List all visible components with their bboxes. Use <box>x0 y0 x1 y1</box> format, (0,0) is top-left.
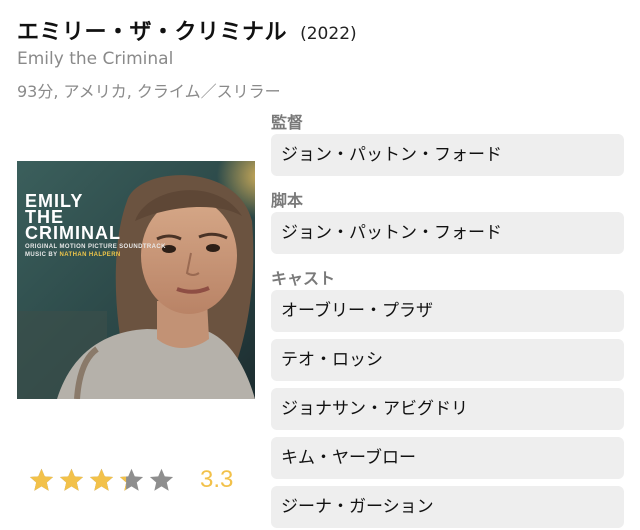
star-icon <box>29 468 54 491</box>
original-title: Emily the Criminal <box>17 49 174 69</box>
poster-title-line3: CRIMINAL <box>25 223 121 243</box>
star-rating <box>28 467 178 494</box>
star-icon <box>149 468 174 491</box>
poster-music-prefix: MUSIC BY <box>25 252 58 258</box>
cast-item[interactable]: オーブリー・プラザ <box>271 290 624 332</box>
cast-item[interactable]: キム・ヤーブロー <box>271 437 624 479</box>
cast-item[interactable]: ジーナ・ガーション <box>271 486 624 528</box>
cast-item[interactable]: テオ・ロッシ <box>271 339 624 381</box>
rating-value: 3.3 <box>200 466 234 493</box>
movie-detail-page: エミリー・ザ・クリミナル (2022) Emily the Criminal 9… <box>0 0 640 530</box>
poster-text: EMILY THE CRIMINAL ORIGINAL MOTION PICTU… <box>25 192 166 258</box>
credits-panel: 監督 ジョン・パットン・フォード 脚本 ジョン・パットン・フォード キャスト オ… <box>271 112 624 530</box>
movie-title: エミリー・ザ・クリミナル <box>17 20 288 45</box>
poster-image[interactable]: EMILY THE CRIMINAL ORIGINAL MOTION PICTU… <box>17 161 255 399</box>
cast-item[interactable]: ジョナサン・アビグドリ <box>271 388 624 430</box>
writer-label: 脚本 <box>271 191 304 210</box>
star-icon <box>89 468 114 491</box>
poster-subtitle: ORIGINAL MOTION PICTURE SOUNDTRACK <box>25 244 166 250</box>
poster-music-credit: MUSIC BY NATHAN HALPERN <box>25 252 166 258</box>
director-item[interactable]: ジョン・パットン・フォード <box>271 134 624 176</box>
movie-meta: 93分, アメリカ, クライム／スリラー <box>17 82 281 101</box>
movie-year: (2022) <box>300 24 357 44</box>
cast-label: キャスト <box>271 269 336 288</box>
poster-music-name: NATHAN HALPERN <box>59 252 121 258</box>
star-icon <box>59 468 84 491</box>
star-icon <box>119 468 144 491</box>
rating: 3.3 <box>28 466 233 494</box>
director-label: 監督 <box>271 113 304 132</box>
writer-item[interactable]: ジョン・パットン・フォード <box>271 212 624 254</box>
title-row: エミリー・ザ・クリミナル (2022) <box>17 14 357 46</box>
